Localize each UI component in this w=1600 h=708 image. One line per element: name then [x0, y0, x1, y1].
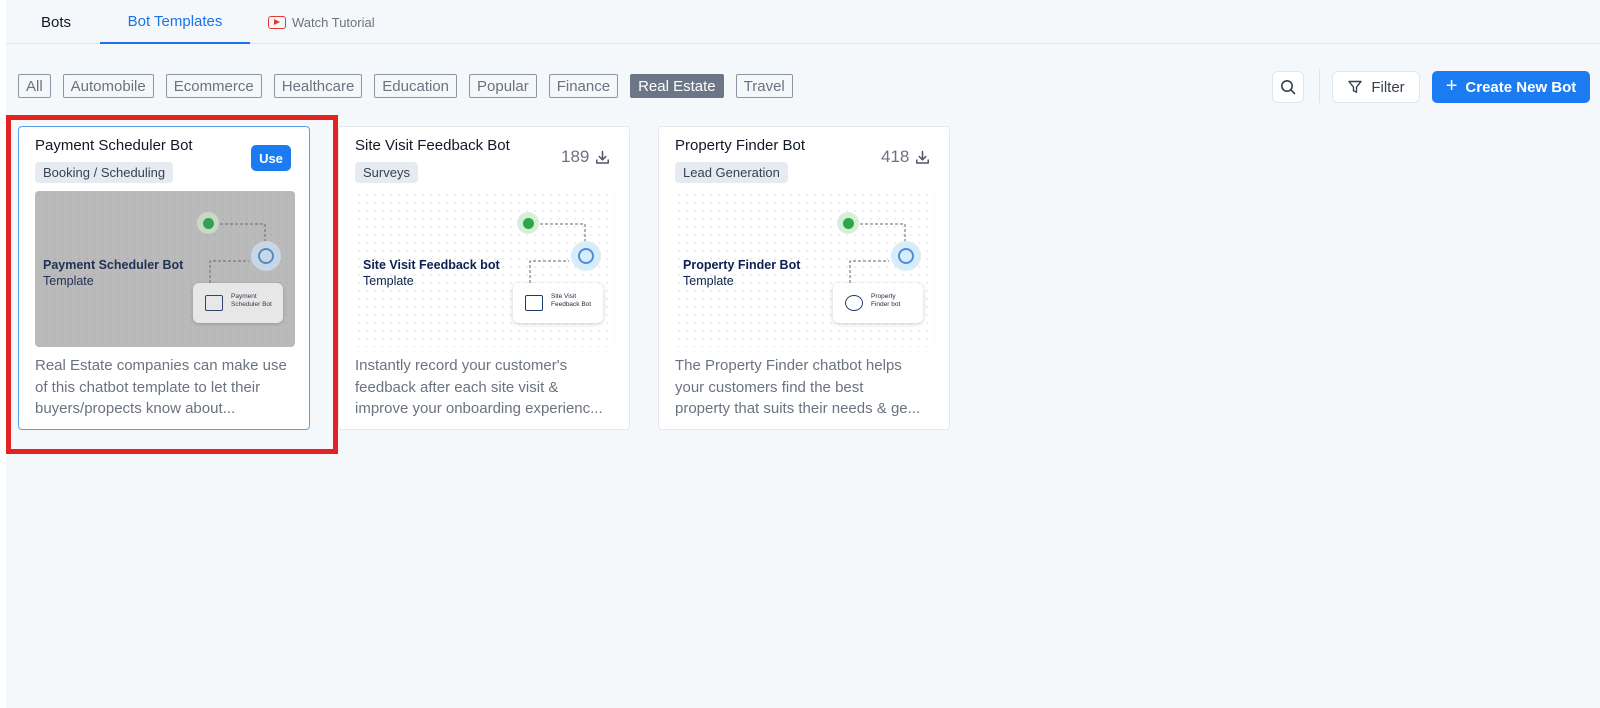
flow-node: Site Visit Feedback Bot	[513, 283, 603, 323]
whatsapp-icon	[837, 212, 859, 234]
card-thumbnail: Property Finder Bot Template Property Fin…	[675, 191, 935, 347]
search-button[interactable]	[1272, 71, 1304, 103]
filter-label: Filter	[1371, 78, 1405, 96]
thumbnail-title: Site Visit Feedback bot Template	[363, 258, 500, 288]
filter-button[interactable]: Filter	[1332, 71, 1420, 103]
template-card-property-finder[interactable]: Property Finder Bot Lead Generation 418 …	[658, 126, 950, 430]
card-description: The Property Finder chatbot helps your c…	[675, 357, 921, 417]
chip-healthcare[interactable]: Healthcare	[273, 74, 363, 98]
selection-highlight-box	[6, 115, 338, 454]
thumbnail-title: Property Finder Bot Template	[683, 258, 801, 288]
magnifier-icon	[845, 295, 863, 311]
download-icon	[916, 150, 929, 164]
chip-real-estate[interactable]: Real Estate	[630, 74, 724, 98]
node-label: Site Visit Feedback Bot	[551, 293, 592, 308]
card-title: Site Visit Feedback Bot	[355, 137, 510, 154]
tab-bot-templates[interactable]: Bot Templates	[100, 0, 250, 44]
watch-tutorial-link[interactable]: Watch Tutorial	[268, 0, 388, 44]
card-thumbnail: Site Visit Feedback bot Template Site Vi…	[355, 191, 615, 347]
card-description: Instantly record your customer's feedbac…	[355, 357, 603, 417]
tab-bar: Bots Bot Templates Watch Tutorial	[6, 0, 1600, 44]
bot-brain-icon	[571, 241, 601, 271]
chip-all[interactable]: All	[18, 74, 51, 98]
chip-automobile[interactable]: Automobile	[62, 74, 154, 98]
app-root: Bots Bot Templates Watch Tutorial All Au…	[6, 0, 1600, 708]
chip-education[interactable]: Education	[374, 74, 458, 98]
create-new-bot-button[interactable]: + Create New Bot	[1432, 71, 1590, 103]
plus-icon: +	[1445, 75, 1458, 97]
watch-tutorial-label: Watch Tutorial	[292, 14, 375, 30]
flow-node: Property Finder bot	[833, 283, 923, 323]
create-new-bot-label: Create New Bot	[1465, 78, 1577, 96]
toolbar-divider	[1319, 69, 1320, 103]
tab-bots[interactable]: Bots	[6, 0, 106, 44]
youtube-icon	[268, 15, 286, 29]
whatsapp-icon	[517, 212, 539, 234]
download-icon	[596, 150, 609, 164]
template-card-site-visit-feedback[interactable]: Site Visit Feedback Bot Surveys 189 Site…	[338, 126, 630, 430]
chip-finance[interactable]: Finance	[548, 74, 619, 98]
filter-icon	[1348, 80, 1363, 93]
chip-ecommerce[interactable]: Ecommerce	[165, 74, 262, 98]
install-count: 418	[881, 147, 910, 166]
chip-travel[interactable]: Travel	[735, 74, 793, 98]
category-filter-chips: All Automobile Ecommerce Healthcare Educ…	[18, 74, 793, 98]
card-tag: Surveys	[355, 162, 418, 183]
feedback-icon	[525, 295, 543, 311]
chip-popular[interactable]: Popular	[469, 74, 537, 98]
card-title: Property Finder Bot	[675, 137, 806, 154]
card-tag: Lead Generation	[675, 162, 788, 183]
install-count: 189	[561, 147, 590, 166]
node-label: Property Finder bot	[871, 293, 901, 308]
search-icon	[1281, 80, 1296, 95]
bot-brain-icon	[891, 241, 921, 271]
